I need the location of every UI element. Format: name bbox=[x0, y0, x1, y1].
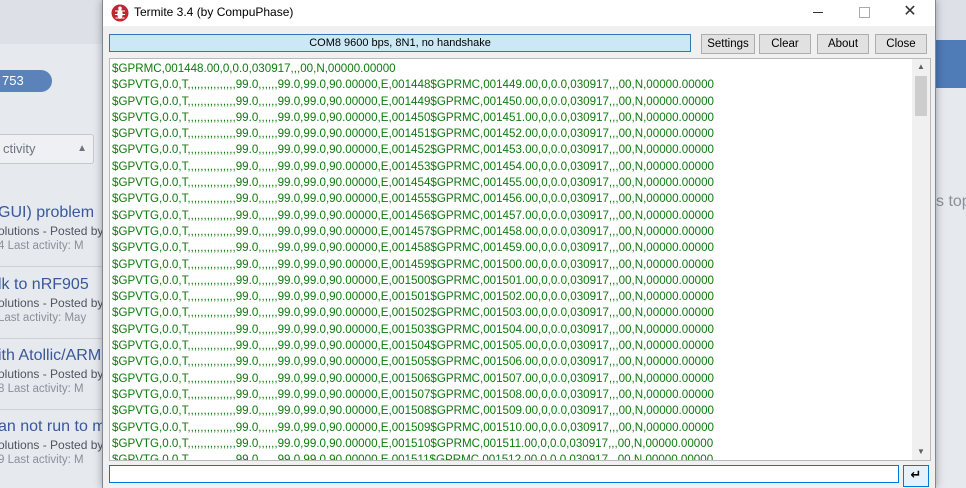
topic-item[interactable]: GUI) problem olutions - Posted by 4 Last… bbox=[0, 204, 103, 256]
topic-item[interactable]: lk to nRF905 olutions - Posted by Last a… bbox=[0, 276, 103, 328]
topic-title[interactable]: lk to nRF905 bbox=[0, 276, 103, 296]
terminal-line: $GPVTG,0.0,T,,,,,,,,,,,,,,,99.0,,,,,,99.… bbox=[112, 192, 715, 206]
terminal-line: $GPVTG,0.0,T,,,,,,,,,,,,,,,99.0,,,,,,99.… bbox=[112, 224, 715, 238]
terminal-line: $GPVTG,0.0,T,,,,,,,,,,,,,,,99.0,,,,,,99.… bbox=[112, 290, 715, 304]
scroll-down-icon[interactable]: ▼ bbox=[912, 444, 930, 460]
termite-app-icon bbox=[111, 4, 129, 22]
send-input[interactable] bbox=[109, 465, 899, 483]
terminal-line: $GPVTG,0.0,T,,,,,,,,,,,,,,,99.0,,,,,,99.… bbox=[112, 355, 715, 369]
topic-title[interactable]: an not run to m bbox=[0, 418, 103, 438]
terminal-line: $GPVTG,0.0,T,,,,,,,,,,,,,,,99.0,,,,,,99.… bbox=[112, 404, 715, 418]
terminal-line: $GPVTG,0.0,T,,,,,,,,,,,,,,,99.0,,,,,,99.… bbox=[112, 176, 715, 190]
terminal-line: $GPVTG,0.0,T,,,,,,,,,,,,,,,99.0,,,,,,99.… bbox=[112, 387, 715, 401]
terminal-line: $GPVTG,0.0,T,,,,,,,,,,,,,,,99.0,,,,,,99.… bbox=[112, 241, 715, 255]
about-button[interactable]: About bbox=[817, 34, 869, 54]
window-title: Termite 3.4 (by CompuPhase) bbox=[134, 5, 294, 19]
terminal-line: $GPVTG,0.0,T,,,,,,,,,,,,,,,99.0,,,,,,99.… bbox=[112, 339, 715, 353]
close-icon: ✕ bbox=[903, 3, 917, 20]
send-button[interactable]: ↵ bbox=[903, 465, 929, 487]
terminal-line: $GPVTG,0.0,T,,,,,,,,,,,,,,,99.0,,,,,,99.… bbox=[112, 322, 715, 336]
terminal-line: $GPVTG,0.0,T,,,,,,,,,,,,,,,99.0,,,,,,99.… bbox=[112, 127, 715, 141]
terminal-line: $GPVTG,0.0,T,,,,,,,,,,,,,,,99.0,,,,,,99.… bbox=[112, 78, 715, 92]
scrollbar-thumb[interactable] bbox=[915, 76, 927, 116]
terminal-line: $GPVTG,0.0,T,,,,,,,,,,,,,,,99.0,,,,,,99.… bbox=[112, 420, 715, 434]
topic-item[interactable]: ith Atollic/ARM olutions - Posted by 8 L… bbox=[0, 347, 103, 399]
background-partial-heading: s top bbox=[936, 193, 966, 210]
enter-icon: ↵ bbox=[910, 467, 922, 482]
maximize-button[interactable] bbox=[841, 0, 887, 24]
terminal-line: $GPVTG,0.0,T,,,,,,,,,,,,,,,99.0,,,,,,99.… bbox=[112, 159, 715, 173]
terminal-line: $GPVTG,0.0,T,,,,,,,,,,,,,,,99.0,,,,,,99.… bbox=[112, 371, 715, 385]
terminal-line: $GPVTG,0.0,T,,,,,,,,,,,,,,,99.0,,,,,,99.… bbox=[112, 436, 714, 450]
terminal-line: $GPRMC,001448.00,0,0.0,030917,,,00,N,000… bbox=[112, 62, 396, 75]
terminal-line: $GPVTG,0.0,T,,,,,,,,,,,,,,,99.0,,,,,,99.… bbox=[112, 208, 715, 222]
topic-subtitle: olutions - Posted by bbox=[0, 296, 103, 310]
minimize-icon bbox=[813, 12, 823, 14]
topic-count-badge: 753 bbox=[0, 70, 52, 92]
divider bbox=[0, 409, 102, 410]
maximize-icon bbox=[858, 7, 870, 19]
activity-filter-label: ctivity bbox=[3, 141, 36, 156]
topic-title[interactable]: ith Atollic/ARM bbox=[0, 347, 103, 367]
topic-title[interactable]: GUI) problem bbox=[0, 204, 103, 224]
topic-meta: 8 Last activity: M bbox=[0, 383, 84, 395]
topic-subtitle: olutions - Posted by bbox=[0, 438, 103, 452]
scroll-up-icon[interactable]: ▲ bbox=[912, 59, 930, 75]
minimize-button[interactable] bbox=[795, 0, 841, 24]
background-accent-strip bbox=[934, 40, 966, 88]
terminal-lines: $GPRMC,001448.00,0,0.0,030917,,,00,N,000… bbox=[112, 61, 908, 461]
topic-subtitle: olutions - Posted by bbox=[0, 367, 103, 381]
vertical-scrollbar[interactable]: ▲ ▼ bbox=[912, 59, 930, 460]
topic-meta: 4 Last activity: M bbox=[0, 240, 84, 252]
chevron-down-icon: ▲ bbox=[77, 143, 87, 154]
topic-item[interactable]: an not run to m olutions - Posted by 9 L… bbox=[0, 418, 103, 470]
terminal-line: $GPVTG,0.0,T,,,,,,,,,,,,,,,99.0,,,,,,99.… bbox=[112, 143, 715, 157]
terminal-line: $GPVTG,0.0,T,,,,,,,,,,,,,,,99.0,,,,,,99.… bbox=[112, 94, 715, 108]
settings-button[interactable]: Settings bbox=[701, 34, 755, 54]
terminal-line: $GPVTG,0.0,T,,,,,,,,,,,,,,,99.0,,,,,,99.… bbox=[112, 110, 715, 124]
terminal-output[interactable]: $GPRMC,001448.00,0,0.0,030917,,,00,N,000… bbox=[109, 58, 931, 461]
divider bbox=[0, 338, 102, 339]
topic-subtitle: olutions - Posted by bbox=[0, 224, 103, 238]
terminal-line: $GPVTG,0.0,T,,,,,,,,,,,,,,,99.0,,,,,,99.… bbox=[112, 306, 715, 320]
port-status-bar: COM8 9600 bps, 8N1, no handshake bbox=[109, 34, 691, 52]
divider bbox=[0, 266, 102, 267]
close-button[interactable]: Close bbox=[875, 34, 927, 54]
title-bar[interactable]: Termite 3.4 (by CompuPhase) ✕ bbox=[103, 0, 935, 26]
topic-meta: Last activity: May bbox=[0, 312, 87, 324]
topic-meta: 9 Last activity: M bbox=[0, 454, 84, 466]
termite-window: Termite 3.4 (by CompuPhase) ✕ COM8 9600 … bbox=[102, 0, 936, 488]
clear-button[interactable]: Clear bbox=[759, 34, 811, 54]
activity-filter-select[interactable]: ctivity ▲ bbox=[0, 134, 94, 164]
terminal-line: $GPVTG,0.0,T,,,,,,,,,,,,,,,99.0,,,,,,99.… bbox=[112, 273, 715, 287]
terminal-line: $GPVTG,0.0,T,,,,,,,,,,,,,,,99.0,,,,,,99.… bbox=[112, 257, 715, 271]
terminal-line: $GPVTG,0.0,T,,,,,,,,,,,,,,,99.0,,,,,,99.… bbox=[112, 453, 714, 461]
window-close-button[interactable]: ✕ bbox=[887, 0, 933, 24]
